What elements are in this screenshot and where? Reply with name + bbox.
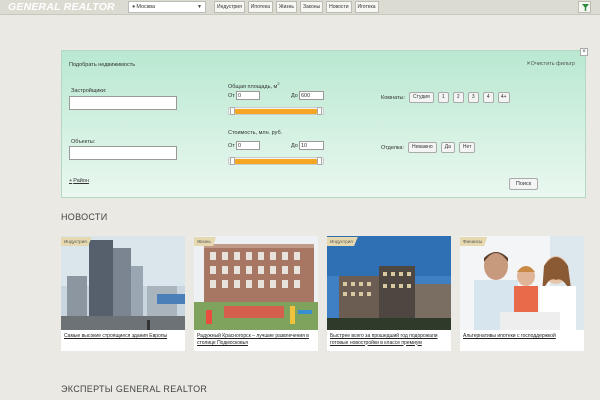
rooms-filter: Комнаты: Студия 1 2 3 4 4+: [381, 92, 510, 103]
news-title[interactable]: Быстрее всего за прошедший год подорожал…: [330, 333, 448, 346]
finish-label: Отделка:: [381, 144, 405, 151]
news-image-premium[interactable]: Индустрия: [327, 236, 451, 330]
price-slider-fill: [235, 159, 317, 164]
price-from-label: От: [228, 143, 235, 149]
search-title: Подобрать недвижимость: [69, 62, 136, 68]
experts-heading: ЭКСПЕРТЫ GENERAL REALTOR: [61, 384, 208, 394]
price-slider-max-handle[interactable]: [317, 157, 322, 165]
news-tag: Индустрия: [327, 237, 358, 246]
area-from-input[interactable]: 0: [236, 91, 260, 100]
news-image-skyscrapers[interactable]: Индустрия: [61, 236, 185, 330]
rooms-2-button[interactable]: 2: [452, 92, 464, 103]
filter-toggle-button[interactable]: [578, 1, 591, 13]
news-tag: Индустрия: [61, 237, 92, 246]
objects-input[interactable]: [69, 146, 177, 160]
nav-item-news[interactable]: Новости: [326, 1, 352, 13]
area-to-input[interactable]: 600: [299, 91, 324, 100]
price-to-input[interactable]: 10: [299, 141, 324, 150]
area-label: Общая площадь, м2: [228, 81, 280, 90]
site-logo[interactable]: GENERAL REALTOR: [8, 1, 115, 13]
finish-yes-button[interactable]: Да: [440, 142, 455, 153]
nav-item-laws[interactable]: Законы: [299, 1, 324, 13]
clear-filter-link[interactable]: ✕Очистить фильтр: [526, 61, 575, 67]
rooms-4-button[interactable]: 4: [482, 92, 494, 103]
rooms-studio-button[interactable]: Студия: [409, 92, 434, 103]
top-bar: GENERAL REALTOR ●Москва ▼ Индустрия Ипот…: [0, 0, 600, 15]
location-pin-icon: ●: [132, 4, 136, 10]
news-tag: Жизнь: [194, 237, 216, 246]
area-from-label: От: [228, 93, 235, 99]
city-value: Москва: [136, 4, 156, 10]
price-slider-min-handle[interactable]: [230, 157, 235, 165]
price-from-input[interactable]: 0: [236, 141, 260, 150]
area-slider-min-handle[interactable]: [230, 107, 235, 115]
rooms-3-button[interactable]: 3: [467, 92, 479, 103]
developers-input[interactable]: [69, 96, 177, 110]
rooms-4plus-button[interactable]: 4+: [497, 92, 510, 103]
area-slider-fill: [235, 109, 317, 114]
news-title[interactable]: Самые высокие строящиеся здания Европы: [64, 333, 182, 340]
price-to-label: До: [291, 143, 298, 149]
news-tag: Финансы: [460, 237, 488, 246]
nav-item-extra[interactable]: Иготека: [354, 1, 379, 13]
price-slider[interactable]: [228, 157, 324, 165]
news-image-residential[interactable]: Жизнь: [194, 236, 318, 330]
area-to-label: До: [291, 93, 298, 99]
property-search-panel: × Подобрать недвижимость ✕Очистить фильт…: [61, 48, 588, 198]
news-card[interactable]: Финансы Альтернативы ипотеки с господдер…: [460, 236, 584, 351]
objects-label: Объекты:: [71, 139, 96, 145]
city-select[interactable]: ●Москва ▼: [128, 1, 206, 13]
plus-icon: +: [69, 178, 73, 184]
rooms-1-button[interactable]: 1: [437, 92, 449, 103]
nav-item-industry[interactable]: Индустрия: [214, 1, 245, 13]
news-heading: НОВОСТИ: [61, 212, 108, 222]
search-button[interactable]: Поиск: [509, 178, 538, 190]
news-title[interactable]: Альтернативы ипотеки с господдержкой: [463, 333, 581, 340]
finish-any-button[interactable]: Неважно: [408, 142, 437, 153]
finish-no-button[interactable]: Нет: [458, 142, 476, 153]
filter-icon: [582, 4, 589, 11]
area-slider-max-handle[interactable]: [317, 107, 322, 115]
main-nav: Индустрия Ипотека Жизнь Законы Новости И…: [214, 1, 379, 13]
nav-item-mortgage[interactable]: Ипотека: [247, 1, 273, 13]
news-image-family[interactable]: Финансы: [460, 236, 584, 330]
nav-item-life[interactable]: Жизнь: [275, 1, 297, 13]
news-title[interactable]: Радужный Красногорск – лучшие развлечени…: [197, 333, 315, 346]
close-icon[interactable]: ×: [580, 48, 588, 56]
price-label: Стоимость, млн. руб.: [228, 130, 283, 136]
news-card[interactable]: Индустрия Быстрее всего за прошедший год…: [327, 236, 451, 351]
rooms-label: Комнаты:: [381, 94, 406, 101]
finish-filter: Отделка: Неважно Да Нет: [381, 142, 476, 153]
news-card[interactable]: Жизнь Радужный Красногорск – лучшие разв…: [194, 236, 318, 351]
district-link[interactable]: +Район: [69, 178, 89, 184]
news-card[interactable]: Индустрия Самые высокие строящиеся здани…: [61, 236, 185, 351]
chevron-down-icon: ▼: [197, 4, 202, 10]
developers-label: Застройщики:: [71, 88, 107, 94]
area-slider[interactable]: [228, 107, 324, 115]
